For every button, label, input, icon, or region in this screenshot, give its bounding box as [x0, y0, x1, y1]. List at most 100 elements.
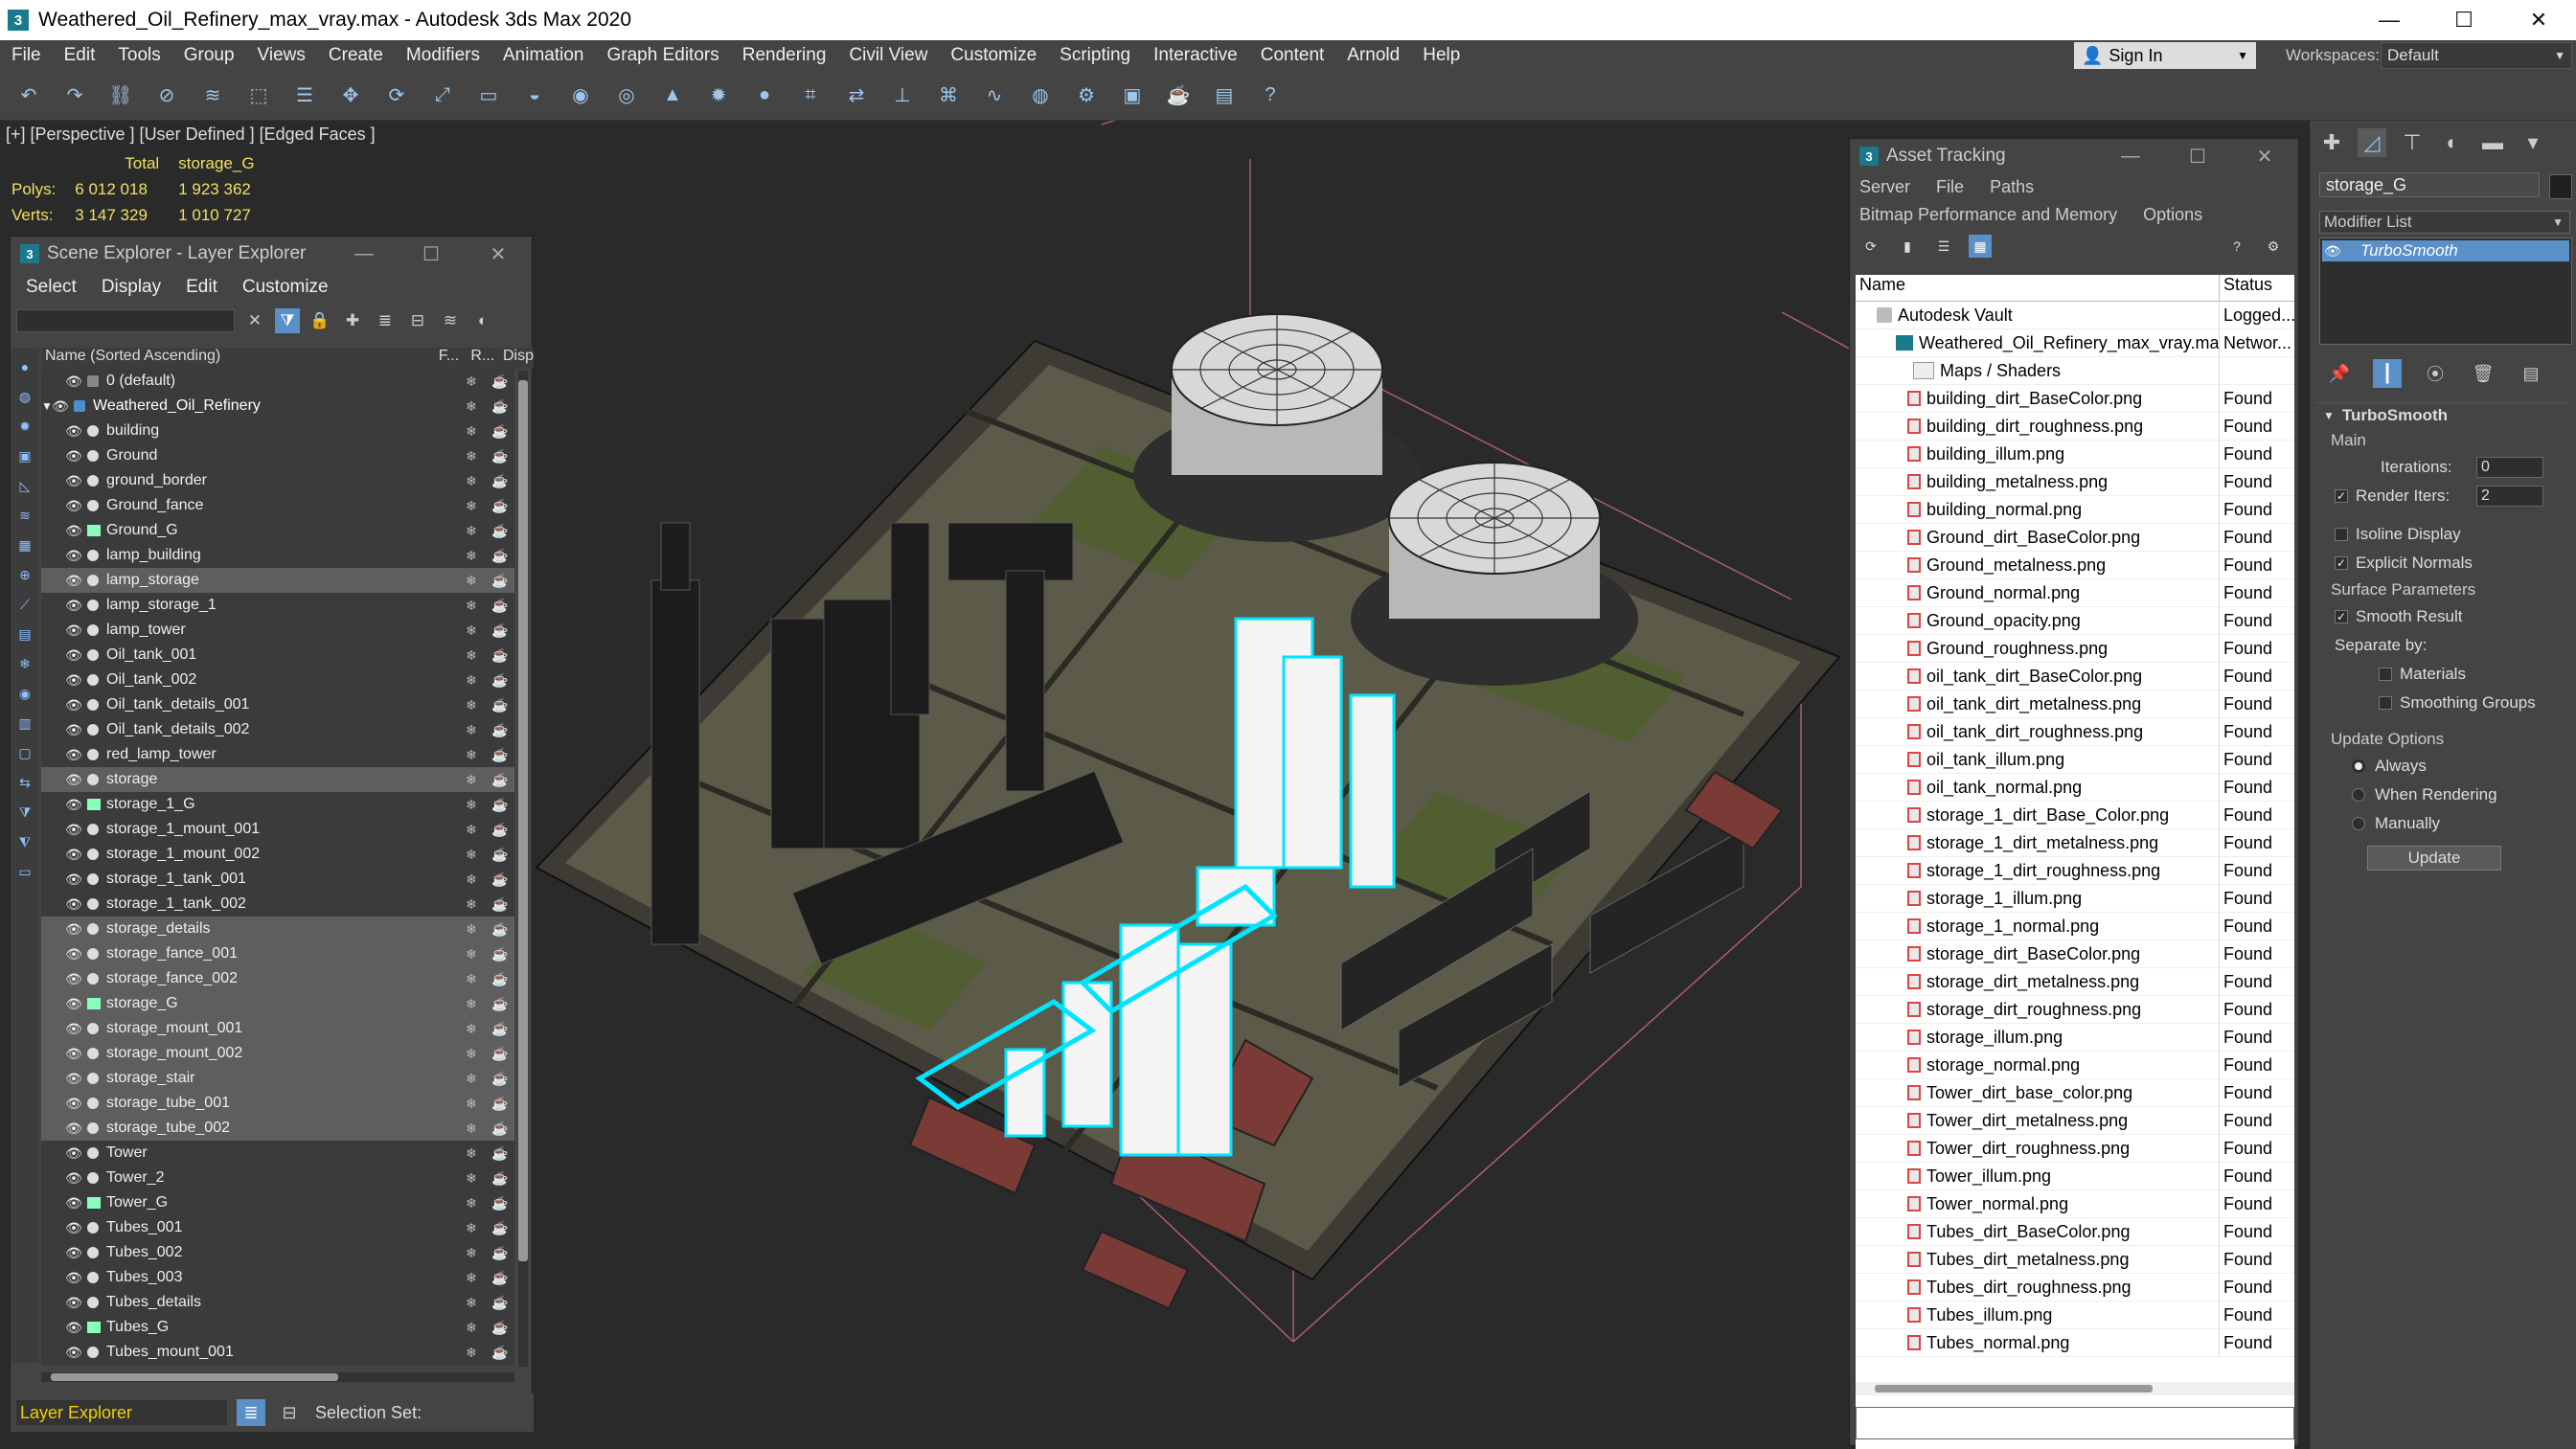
menu-content[interactable]: Content: [1249, 45, 1336, 66]
object-row[interactable]: 👁 building ❄ ☕: [41, 419, 514, 443]
object-row[interactable]: 👁 storage_tube_002 ❄ ☕: [41, 1116, 514, 1141]
freeze-icon[interactable]: ❄: [457, 573, 486, 589]
object-row[interactable]: 👁 Tubes_002 ❄ ☕: [41, 1240, 514, 1265]
freeze-icon[interactable]: ❄: [457, 623, 486, 639]
hierarchy-icon[interactable]: ⊟: [405, 308, 430, 333]
cone-icon[interactable]: ▲: [659, 82, 686, 109]
lock-icon[interactable]: 🔒: [308, 308, 332, 333]
make-unique-icon[interactable]: ⦿: [2421, 359, 2450, 388]
hierarchy-mode-icon[interactable]: ⊟: [275, 1399, 304, 1426]
render-icon[interactable]: ☕: [1165, 82, 1192, 109]
freeze-icon[interactable]: ❄: [457, 872, 486, 888]
eye-icon[interactable]: 👁: [64, 1195, 83, 1211]
eye-icon[interactable]: 👁: [51, 398, 70, 415]
search-input[interactable]: [16, 309, 235, 332]
hierarchy-tab-icon[interactable]: ⊤: [2398, 128, 2427, 157]
object-row[interactable]: 👁 Ground_G ❄ ☕: [41, 518, 514, 543]
object-row[interactable]: 👁 red_lamp_tower ❄ ☕: [41, 742, 514, 767]
object-name-field[interactable]: storage_G: [2319, 172, 2540, 197]
frozen-filter-icon[interactable]: ❄: [14, 653, 35, 674]
undo-icon[interactable]: ↶: [15, 82, 42, 109]
material-icon[interactable]: ●: [751, 82, 778, 109]
column-render-header[interactable]: R...: [470, 348, 503, 369]
column-display-header[interactable]: Disp: [503, 348, 534, 369]
se-menu-edit[interactable]: Edit: [186, 277, 217, 298]
freeze-icon[interactable]: ❄: [457, 647, 486, 664]
freeze-icon[interactable]: ❄: [457, 1245, 486, 1261]
render-icon[interactable]: ☕: [486, 822, 514, 838]
motion-tab-icon[interactable]: ◐: [2438, 128, 2467, 157]
settings-icon[interactable]: ⚙: [2262, 235, 2285, 258]
eye-icon[interactable]: 👁: [64, 1046, 83, 1062]
freeze-icon[interactable]: ❄: [457, 1145, 486, 1162]
at-menu-bitmap-performance[interactable]: Bitmap Performance and Memory: [1859, 205, 2117, 224]
render-icon[interactable]: ☕: [486, 573, 514, 589]
filter-icon[interactable]: ⧩: [275, 308, 300, 333]
eye-icon[interactable]: 👁: [64, 1021, 83, 1037]
object-row[interactable]: 👁 Oil_tank_details_002 ❄ ☕: [41, 717, 514, 742]
render-icon[interactable]: ☕: [486, 921, 514, 938]
asset-row[interactable]: Maps / Shaders: [1856, 356, 2294, 385]
freeze-icon[interactable]: ❄: [457, 1046, 486, 1062]
render-iters-spinner[interactable]: 2: [2476, 486, 2543, 507]
asset-row[interactable]: Ground_opacity.png Found: [1856, 606, 2294, 635]
eye-icon[interactable]: 👁: [64, 423, 83, 440]
xrefs-filter-icon[interactable]: ⊕: [14, 564, 35, 585]
explorer-selector[interactable]: Layer Explorer: [16, 1400, 227, 1425]
render-icon[interactable]: ☕: [486, 747, 514, 763]
render-icon[interactable]: ☕: [486, 498, 514, 514]
object-row[interactable]: 👁 storage_G ❄ ☕: [41, 991, 514, 1016]
object-row[interactable]: 👁 Ground ❄ ☕: [41, 443, 514, 468]
display-tab-icon[interactable]: ▬: [2478, 128, 2507, 157]
cameras-filter-icon[interactable]: ▣: [14, 445, 35, 466]
menu-scripting[interactable]: Scripting: [1048, 45, 1142, 66]
asset-row[interactable]: oil_tank_dirt_roughness.png Found: [1856, 717, 2294, 746]
asset-row[interactable]: oil_tank_normal.png Found: [1856, 773, 2294, 802]
eye-icon[interactable]: 👁: [64, 872, 83, 888]
menu-animation[interactable]: Animation: [491, 45, 596, 66]
curve-editor-icon[interactable]: ∿: [981, 82, 1008, 109]
render-icon[interactable]: ☕: [486, 672, 514, 689]
asset-table-hscroll[interactable]: [1856, 1382, 2294, 1395]
menu-interactive[interactable]: Interactive: [1142, 45, 1249, 66]
object-row[interactable]: 👁 storage_fance_001 ❄ ☕: [41, 941, 514, 966]
freeze-icon[interactable]: ❄: [457, 1170, 486, 1187]
object-row[interactable]: 👁 storage_details ❄ ☕: [41, 917, 514, 941]
object-row[interactable]: 👁 Oil_tank_002 ❄ ☕: [41, 668, 514, 692]
containers-filter-icon[interactable]: ▤: [14, 623, 35, 645]
snap-icon[interactable]: ⌗: [797, 82, 824, 109]
groups-filter-icon[interactable]: ▦: [14, 534, 35, 555]
at-menu-server[interactable]: Server: [1859, 177, 1910, 196]
render-icon[interactable]: ☕: [486, 697, 514, 713]
modifier-stack-item[interactable]: 👁 TurboSmooth: [2322, 240, 2569, 261]
bind-spacewarp-icon[interactable]: ≋: [199, 82, 226, 109]
eye-icon[interactable]: 👁: [64, 672, 83, 689]
freeze-icon[interactable]: ❄: [457, 1270, 486, 1286]
render-icon[interactable]: ☕: [486, 896, 514, 913]
eye-icon[interactable]: 👁: [64, 921, 83, 938]
render-icon[interactable]: ☕: [486, 1270, 514, 1286]
menu-modifiers[interactable]: Modifiers: [395, 45, 491, 66]
freeze-icon[interactable]: ❄: [457, 971, 486, 987]
eye-icon[interactable]: 👁: [64, 1145, 83, 1162]
render-icon[interactable]: ☕: [486, 647, 514, 664]
utilities-tab-icon[interactable]: ▾: [2519, 128, 2547, 157]
asset-row[interactable]: building_illum.png Found: [1856, 440, 2294, 468]
render-icon[interactable]: ☕: [486, 1195, 514, 1211]
update-button[interactable]: Update: [2367, 846, 2501, 871]
render-icon[interactable]: ☕: [486, 448, 514, 464]
menu-tools[interactable]: Tools: [106, 45, 171, 66]
iterations-spinner[interactable]: 0: [2476, 457, 2543, 478]
lights-filter-icon[interactable]: ✹: [14, 416, 35, 437]
eye-icon[interactable]: 👁: [64, 971, 83, 987]
asset-row[interactable]: storage_1_illum.png Found: [1856, 884, 2294, 913]
align-icon[interactable]: ⊥: [889, 82, 916, 109]
asset-row[interactable]: Ground_roughness.png Found: [1856, 634, 2294, 663]
freeze-icon[interactable]: ❄: [457, 448, 486, 464]
redo-icon[interactable]: ↷: [61, 82, 88, 109]
torus-icon[interactable]: ◎: [613, 82, 640, 109]
box-icon[interactable]: ▭: [475, 82, 502, 109]
eye-icon[interactable]: 👁: [64, 647, 83, 664]
close-button[interactable]: ✕: [2501, 0, 2576, 40]
asset-row[interactable]: Tubes_dirt_metalness.png Found: [1856, 1245, 2294, 1274]
